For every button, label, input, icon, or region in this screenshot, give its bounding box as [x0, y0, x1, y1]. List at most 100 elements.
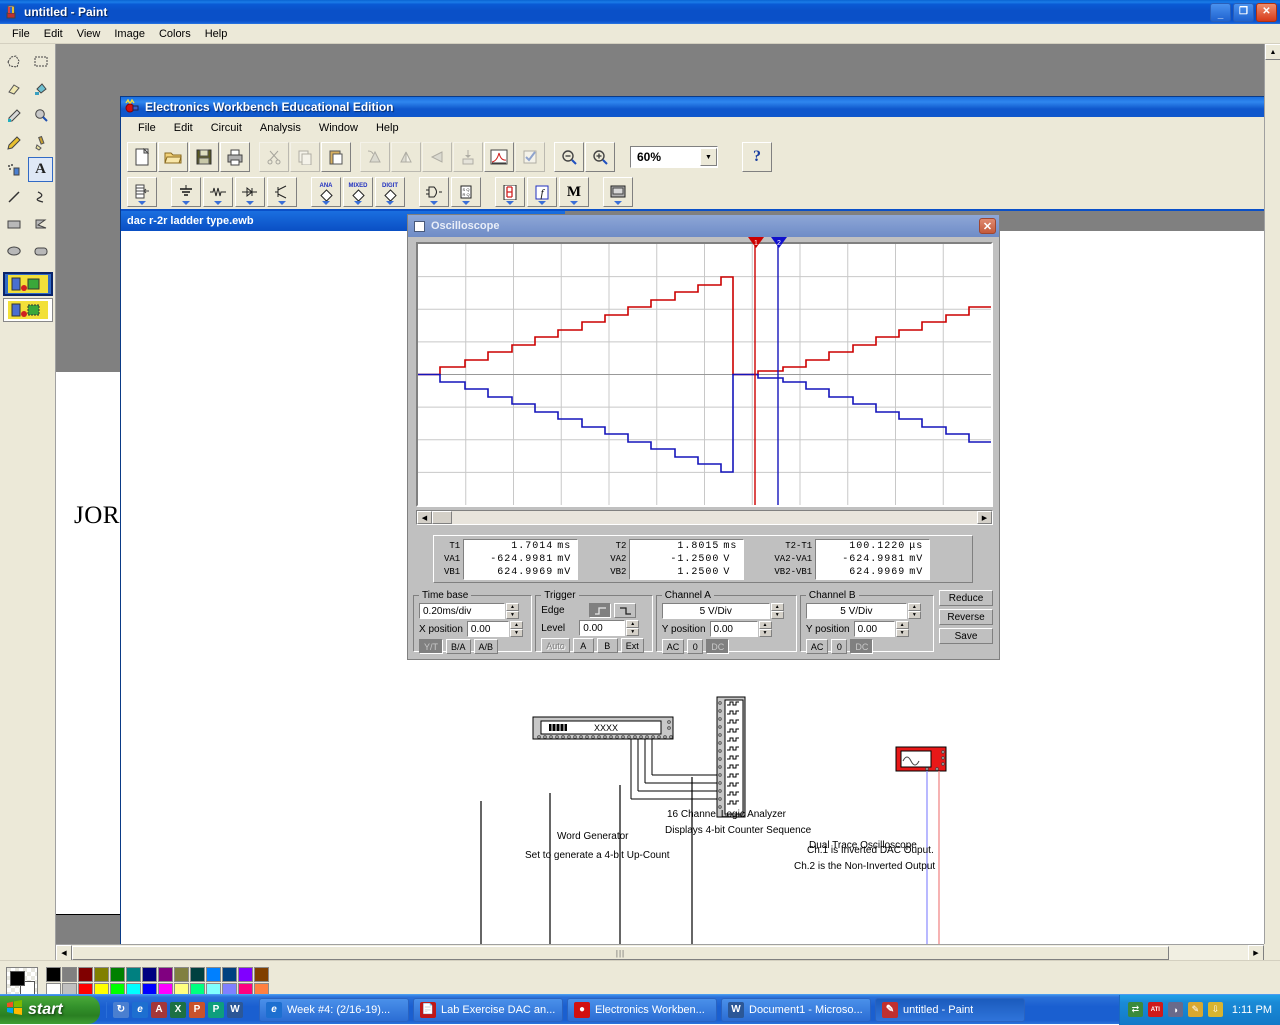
timebase-scale-spinner[interactable]: ▲▼	[506, 603, 519, 619]
print-button[interactable]	[220, 142, 250, 172]
palette-color-swatch[interactable]	[158, 967, 173, 982]
palette-color-swatch[interactable]	[222, 967, 237, 982]
zoom-out-button[interactable]	[554, 142, 584, 172]
palette-color-swatch[interactable]	[94, 967, 109, 982]
taskbar-item-paint[interactable]: ✎ untitled - Paint	[875, 998, 1025, 1022]
airbrush-tool[interactable]	[1, 157, 26, 182]
chevron-down-icon[interactable]	[614, 201, 622, 205]
chevron-down-icon[interactable]: ▼	[700, 148, 717, 166]
menu-colors[interactable]: Colors	[152, 26, 198, 42]
copy-button[interactable]	[290, 142, 320, 172]
channel-a-scale-value[interactable]: 5 V/Div	[662, 603, 770, 619]
quicklaunch-icon-internet-explorer[interactable]: e	[132, 1002, 148, 1018]
instruments-parts-bin-button[interactable]	[603, 177, 633, 207]
chevron-down-icon[interactable]	[182, 201, 190, 205]
trigger-edge-falling[interactable]	[614, 603, 636, 618]
quicklaunch-icon-excel[interactable]: X	[170, 1002, 186, 1018]
rounded-rectangle-tool[interactable]	[28, 238, 53, 263]
channel-b-scale-spinner[interactable]: ▲▼	[908, 603, 921, 619]
analysis-options-button[interactable]	[515, 142, 545, 172]
timebase-mode-yt[interactable]: Y/T	[419, 639, 443, 654]
line-tool[interactable]	[1, 184, 26, 209]
rotate-button[interactable]	[360, 142, 390, 172]
controls-parts-bin-button[interactable]: f	[527, 177, 557, 207]
chevron-down-icon[interactable]	[354, 201, 362, 205]
tray-icon-network[interactable]: ⇄	[1128, 1002, 1143, 1017]
quicklaunch-icon-access[interactable]: A	[151, 1002, 167, 1018]
tray-icon-ati[interactable]: ATI	[1148, 1002, 1163, 1017]
diodes-parts-bin-button[interactable]	[235, 177, 265, 207]
palette-color-swatch[interactable]	[254, 967, 269, 982]
minimize-button[interactable]: _	[1210, 3, 1231, 22]
cut-button[interactable]	[259, 142, 289, 172]
ewb-menu-analysis[interactable]: Analysis	[251, 119, 310, 137]
cursor-2-flag[interactable]: 2	[770, 237, 788, 252]
quicklaunch-icon-powerpoint[interactable]: P	[189, 1002, 205, 1018]
taskbar-item-word[interactable]: W Document1 - Microso...	[721, 998, 871, 1022]
brush-tool[interactable]	[28, 130, 53, 155]
start-button[interactable]: start	[0, 996, 100, 1024]
flip-horizontal-button[interactable]	[391, 142, 421, 172]
xposition-value[interactable]: 0.00	[467, 621, 509, 637]
chevron-down-icon[interactable]	[214, 201, 222, 205]
digital-parts-bin-button[interactable]: S QR Q	[451, 177, 481, 207]
oscilloscope-display[interactable]	[416, 242, 993, 507]
analog-ics-parts-bin-button[interactable]: ANA	[311, 177, 341, 207]
pencil-tool[interactable]	[1, 130, 26, 155]
ewb-menu-help[interactable]: Help	[367, 119, 408, 137]
channel-b-coupling-ac[interactable]: AC	[806, 639, 829, 654]
time-scroll-thumb[interactable]	[432, 511, 452, 524]
xposition-spinner[interactable]: ▲▼	[510, 621, 523, 637]
chevron-down-icon[interactable]	[570, 201, 578, 205]
chevron-down-icon[interactable]	[278, 201, 286, 205]
channel-b-coupling-dc[interactable]: DC	[850, 639, 873, 654]
foreground-color-swatch[interactable]	[10, 971, 25, 986]
text-tool-option-opaque[interactable]	[3, 272, 53, 296]
open-file-button[interactable]	[158, 142, 188, 172]
quicklaunch-icon-sync[interactable]: ↻	[113, 1002, 129, 1018]
channel-a-coupling-gnd[interactable]: 0	[687, 639, 703, 654]
chevron-down-icon[interactable]	[430, 201, 438, 205]
ewb-menu-file[interactable]: File	[129, 119, 165, 137]
ewb-menu-circuit[interactable]: Circuit	[202, 119, 251, 137]
palette-color-swatch[interactable]	[190, 967, 205, 982]
paint-vertical-scrollbar[interactable]: ▲	[1264, 44, 1280, 944]
ewb-menu-edit[interactable]: Edit	[165, 119, 202, 137]
channel-a-coupling-ac[interactable]: AC	[662, 639, 685, 654]
chevron-down-icon[interactable]	[322, 201, 330, 205]
time-scroll-track[interactable]	[452, 511, 977, 524]
paint-horizontal-scrollbar[interactable]: ◀ ||| ▶	[56, 944, 1264, 960]
digital-ics-parts-bin-button[interactable]: DIGIT	[375, 177, 405, 207]
scroll-up-button[interactable]: ▲	[1265, 44, 1280, 60]
display-graphs-button[interactable]	[484, 142, 514, 172]
menu-image[interactable]: Image	[107, 26, 152, 42]
new-file-button[interactable]	[127, 142, 157, 172]
help-button[interactable]: ?	[742, 142, 772, 172]
eraser-tool[interactable]	[1, 76, 26, 101]
cursor-1-flag[interactable]: 1	[747, 237, 765, 252]
menu-file[interactable]: File	[5, 26, 37, 42]
zoom-level-combobox[interactable]: 60% ▼	[630, 146, 718, 168]
paint-hscroll-track[interactable]: |||	[72, 945, 1248, 960]
channel-b-coupling-gnd[interactable]: 0	[831, 639, 847, 654]
transistors-parts-bin-button[interactable]	[267, 177, 297, 207]
menu-edit[interactable]: Edit	[37, 26, 70, 42]
timebase-scale-value[interactable]: 0.20ms/div	[419, 603, 505, 619]
trigger-level-value[interactable]: 0.00	[579, 620, 625, 636]
favorites-parts-bin-button[interactable]	[127, 177, 157, 207]
palette-color-swatch[interactable]	[62, 967, 77, 982]
taskbar-clock[interactable]: 1:11 PM	[1232, 1004, 1272, 1016]
palette-color-swatch[interactable]	[174, 967, 189, 982]
taskbar-item-internet-explorer[interactable]: e Week #4: (2/16-19)...	[259, 998, 409, 1022]
trigger-source-auto[interactable]: Auto	[541, 638, 570, 653]
scroll-left-button[interactable]: ◀	[417, 511, 432, 524]
taskbar-item-acrobat[interactable]: 📄 Lab Exercise DAC an...	[413, 998, 563, 1022]
paste-button[interactable]	[321, 142, 351, 172]
menu-view[interactable]: View	[70, 26, 108, 42]
chevron-down-icon[interactable]	[246, 201, 254, 205]
taskbar-item-electronics-workbench[interactable]: ● Electronics Workben...	[567, 998, 717, 1022]
reverse-button[interactable]: Reverse	[939, 609, 993, 625]
channel-a-yposition-value[interactable]: 0.00	[710, 621, 758, 637]
palette-color-swatch[interactable]	[206, 967, 221, 982]
channel-b-yposition-spinner[interactable]: ▲▼	[896, 621, 909, 637]
